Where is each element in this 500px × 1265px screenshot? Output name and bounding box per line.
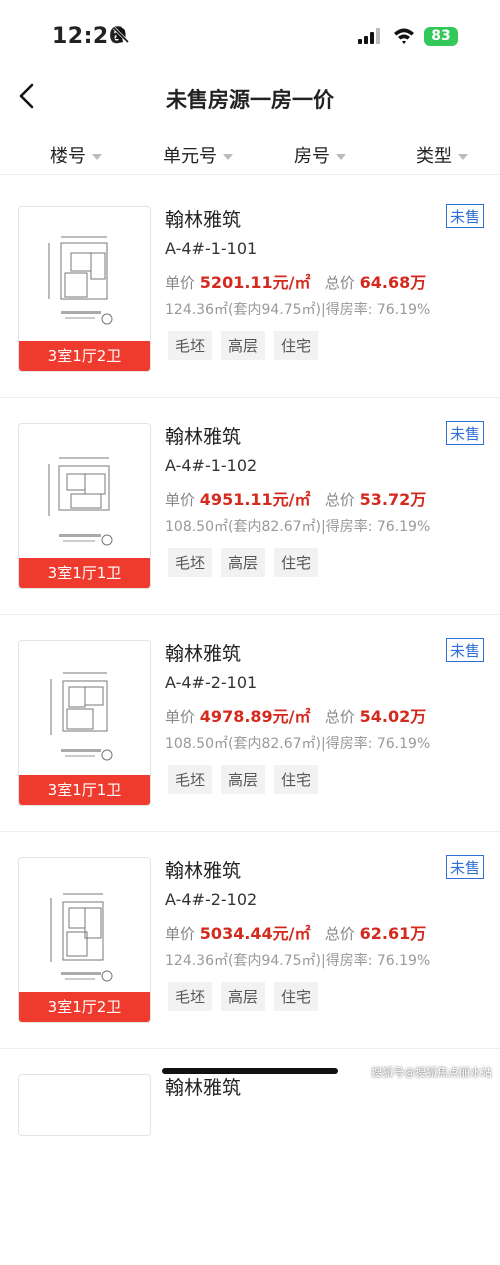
unit-price: 5201.11元/㎡ — [199, 273, 311, 292]
caret-down-icon — [458, 154, 468, 160]
filter-bar: 楼号 单元号 房号 类型 — [0, 132, 500, 175]
filter-room[interactable]: 房号 — [294, 142, 346, 168]
tag-list: 毛坯 高层 住宅 — [168, 765, 327, 794]
total-price-label: 总价 — [324, 274, 355, 292]
project-name: 翰林雅筑 — [165, 209, 242, 231]
floorplan-thumbnail[interactable]: 3室1厅2卫 — [18, 857, 151, 1023]
price-row: 单价 4951.11元/㎡ 总价 53.72万 — [165, 486, 426, 510]
tag-property-type: 住宅 — [274, 765, 319, 794]
floorplan-thumbnail[interactable]: 3室1厅1卫 — [18, 423, 151, 589]
battery-indicator: 83 — [424, 27, 458, 46]
total-price: 54.02万 — [359, 707, 427, 726]
project-name: 翰林雅筑 — [165, 643, 242, 665]
status-badge: 未售 — [446, 204, 484, 228]
tag-list: 毛坯 高层 住宅 — [168, 331, 327, 360]
nav-bar: 未售房源一房一价 — [0, 72, 500, 122]
area-info: 124.36㎡(套内94.75㎡)|得房率: 76.19% — [165, 302, 431, 318]
battery-level: 83 — [431, 28, 451, 44]
unit-price: 4978.89元/㎡ — [199, 707, 311, 726]
price-row: 单价 5034.44元/㎡ 总价 62.61万 — [165, 920, 426, 944]
layout-badge: 3室1厅1卫 — [19, 558, 150, 588]
tag-building-type: 高层 — [221, 331, 266, 360]
tag-building-type: 高层 — [221, 765, 266, 794]
area-info: 124.36㎡(套内94.75㎡)|得房率: 76.19% — [165, 953, 431, 969]
tag-building-type: 高层 — [221, 548, 266, 577]
status-badge: 未售 — [446, 638, 484, 662]
total-price-label: 总价 — [324, 925, 355, 943]
filter-label: 类型 — [416, 146, 452, 167]
area-info: 108.50㎡(套内82.67㎡)|得房率: 76.19% — [165, 736, 431, 752]
total-price-label: 总价 — [324, 708, 355, 726]
tag-finish: 毛坯 — [168, 982, 213, 1011]
unit-code: A-4#-2-102 — [165, 890, 258, 909]
tag-building-type: 高层 — [221, 982, 266, 1011]
watermark: 搜狐号@搜狐焦点丽水站 — [371, 1066, 492, 1079]
tag-list: 毛坯 高层 住宅 — [168, 548, 327, 577]
tag-list: 毛坯 高层 住宅 — [168, 982, 327, 1011]
wifi-icon — [394, 28, 414, 44]
price-row: 单价 4978.89元/㎡ 总价 54.02万 — [165, 703, 426, 727]
tag-property-type: 住宅 — [274, 548, 319, 577]
unit-price-label: 单价 — [165, 708, 196, 726]
listing-card[interactable]: 3室1厅2卫 翰林雅筑 未售 A-4#-1-101 单价 5201.11元/㎡ … — [0, 181, 500, 398]
layout-badge: 3室1厅2卫 — [19, 992, 150, 1022]
tag-property-type: 住宅 — [274, 982, 319, 1011]
status-bar: 12:26 83 — [0, 0, 500, 70]
filter-label: 单元号 — [163, 146, 217, 167]
unit-price-label: 单价 — [165, 491, 196, 509]
total-price-label: 总价 — [324, 491, 355, 509]
price-row: 单价 5201.11元/㎡ 总价 64.68万 — [165, 269, 426, 293]
cellular-signal-icon — [358, 28, 380, 44]
filter-label: 房号 — [294, 146, 330, 167]
unit-code: A-4#-1-101 — [165, 239, 258, 258]
project-name: 翰林雅筑 — [165, 1077, 242, 1099]
total-price: 53.72万 — [359, 490, 427, 509]
floorplan-thumbnail[interactable]: 3室1厅2卫 — [18, 206, 151, 372]
layout-badge: 3室1厅2卫 — [19, 341, 150, 371]
tag-finish: 毛坯 — [168, 765, 213, 794]
listing-card[interactable]: 3室1厅1卫 翰林雅筑 未售 A-4#-1-102 单价 4951.11元/㎡ … — [0, 398, 500, 615]
listing-card[interactable]: 翰林雅筑 — [0, 1049, 500, 1265]
filter-building[interactable]: 楼号 — [50, 142, 102, 168]
total-price: 64.68万 — [359, 273, 427, 292]
status-badge: 未售 — [446, 855, 484, 879]
project-name: 翰林雅筑 — [165, 426, 242, 448]
filter-unit[interactable]: 单元号 — [163, 142, 233, 168]
unit-code: A-4#-1-102 — [165, 456, 258, 475]
project-name: 翰林雅筑 — [165, 860, 242, 882]
unit-price: 4951.11元/㎡ — [199, 490, 311, 509]
unit-code: A-4#-2-101 — [165, 673, 258, 692]
area-info: 108.50㎡(套内82.67㎡)|得房率: 76.19% — [165, 519, 431, 535]
page-title: 未售房源一房一价 — [166, 88, 334, 112]
caret-down-icon — [223, 154, 233, 160]
listing-card[interactable]: 3室1厅2卫 翰林雅筑 未售 A-4#-2-102 单价 5034.44元/㎡ … — [0, 832, 500, 1049]
floorplan-thumbnail[interactable]: 3室1厅1卫 — [18, 640, 151, 806]
total-price: 62.61万 — [359, 924, 427, 943]
tag-finish: 毛坯 — [168, 331, 213, 360]
unit-price: 5034.44元/㎡ — [199, 924, 311, 943]
tag-property-type: 住宅 — [274, 331, 319, 360]
caret-down-icon — [336, 154, 346, 160]
layout-badge: 3室1厅1卫 — [19, 775, 150, 805]
tag-finish: 毛坯 — [168, 548, 213, 577]
listing-card[interactable]: 3室1厅1卫 翰林雅筑 未售 A-4#-2-101 单价 4978.89元/㎡ … — [0, 615, 500, 832]
unit-price-label: 单价 — [165, 925, 196, 943]
status-badge: 未售 — [446, 421, 484, 445]
unit-price-label: 单价 — [165, 274, 196, 292]
home-indicator[interactable] — [162, 1068, 338, 1074]
filter-type[interactable]: 类型 — [416, 142, 468, 168]
filter-label: 楼号 — [50, 146, 86, 167]
floorplan-thumbnail[interactable] — [18, 1074, 151, 1136]
bell-muted-icon — [112, 26, 130, 44]
caret-down-icon — [92, 154, 102, 160]
